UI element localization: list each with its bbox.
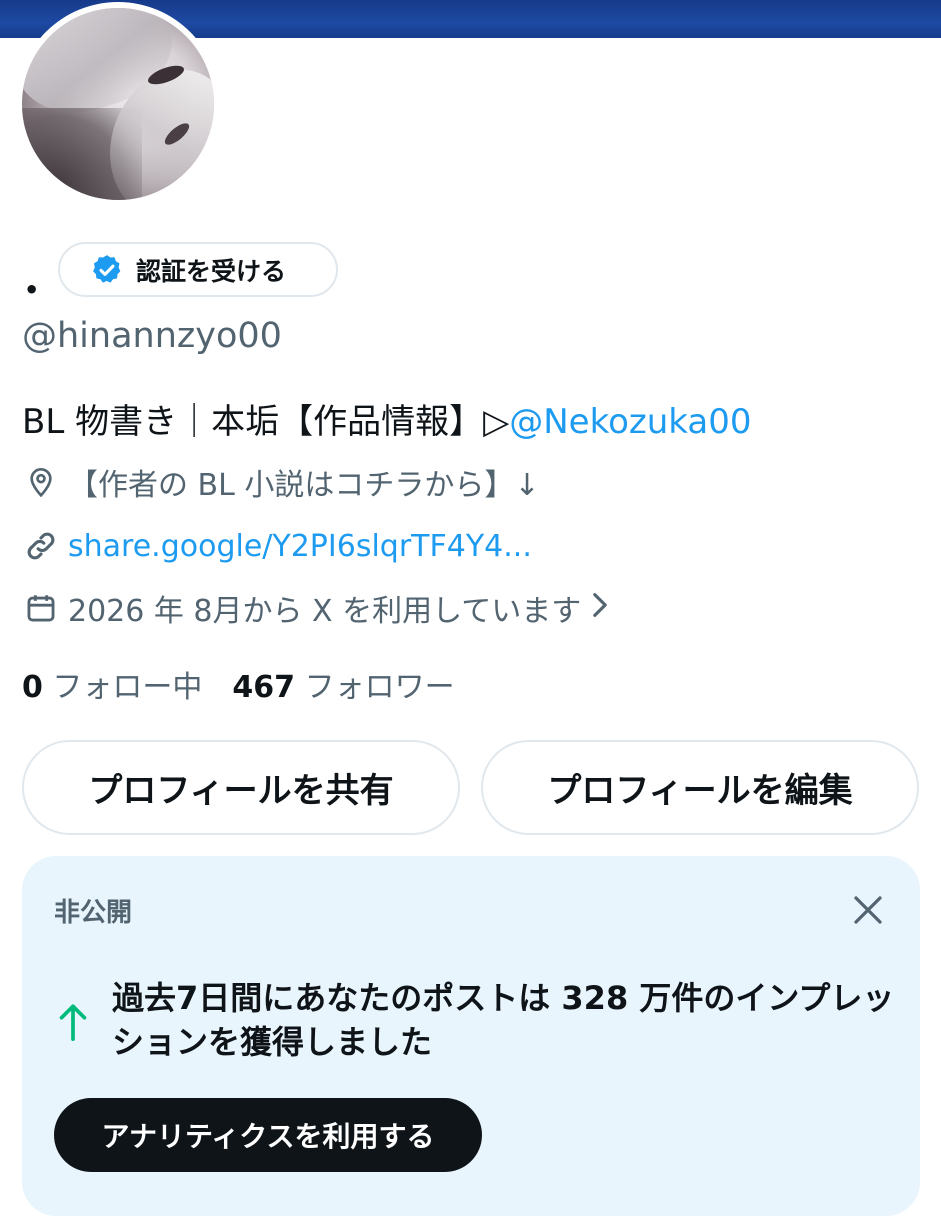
- joined-text: 2026 年 8月から X を利用しています: [68, 594, 582, 629]
- verified-badge-icon: [90, 253, 124, 287]
- profile-bio: BL 物書き｜本垢【作品情報】▷@Nekozuka00: [22, 394, 751, 443]
- location-text: 【作者の BL 小説はコチラから】↓: [68, 468, 540, 503]
- arrow-up-icon: [58, 1002, 92, 1042]
- impressions-card: 非公開 過去7日間にあなたのポストは 328 万件のインプレッションを獲得しまし…: [22, 856, 920, 1216]
- display-name: •: [24, 276, 40, 304]
- share-profile-button[interactable]: プロフィールを共有: [22, 740, 460, 835]
- bio-mention-link[interactable]: @Nekozuka00: [509, 402, 751, 442]
- get-verified-label: 認証を受ける: [136, 256, 287, 286]
- joined-row[interactable]: 2026 年 8月から X を利用しています: [22, 588, 609, 629]
- impressions-message: 過去7日間にあなたのポストは 328 万件のインプレッションを獲得しました: [112, 979, 895, 1061]
- followers-label: フォロワー: [304, 670, 455, 705]
- edit-profile-button[interactable]: プロフィールを編集: [481, 740, 919, 835]
- user-handle: @hinannzyo00: [22, 316, 282, 356]
- avatar[interactable]: [16, 2, 220, 206]
- following-label: フォロー中: [52, 670, 203, 705]
- followers-count: 467: [232, 670, 296, 705]
- get-verified-button[interactable]: 認証を受ける: [58, 242, 338, 297]
- following-link[interactable]: 0 フォロー中: [22, 670, 202, 705]
- calendar-icon: [22, 589, 60, 627]
- website-row: share.google/Y2PI6slqrTF4Y4...: [22, 526, 532, 566]
- chevron-right-icon: [591, 591, 609, 626]
- followers-link[interactable]: 467 フォロワー: [232, 670, 454, 705]
- bio-text: BL 物書き｜本垢【作品情報】▷: [22, 402, 510, 442]
- avatar-image: [22, 8, 214, 200]
- close-icon[interactable]: [850, 892, 886, 928]
- location-pin-icon: [22, 463, 60, 501]
- website-link[interactable]: share.google/Y2PI6slqrTF4Y4...: [68, 529, 532, 564]
- analytics-button[interactable]: アナリティクスを利用する: [54, 1098, 482, 1172]
- private-tag: 非公開: [54, 898, 133, 928]
- following-count: 0: [22, 670, 43, 705]
- location-row: 【作者の BL 小説はコチラから】↓: [22, 462, 540, 503]
- follow-stats: 0 フォロー中 467 フォロワー: [22, 662, 455, 706]
- link-icon: [22, 527, 60, 565]
